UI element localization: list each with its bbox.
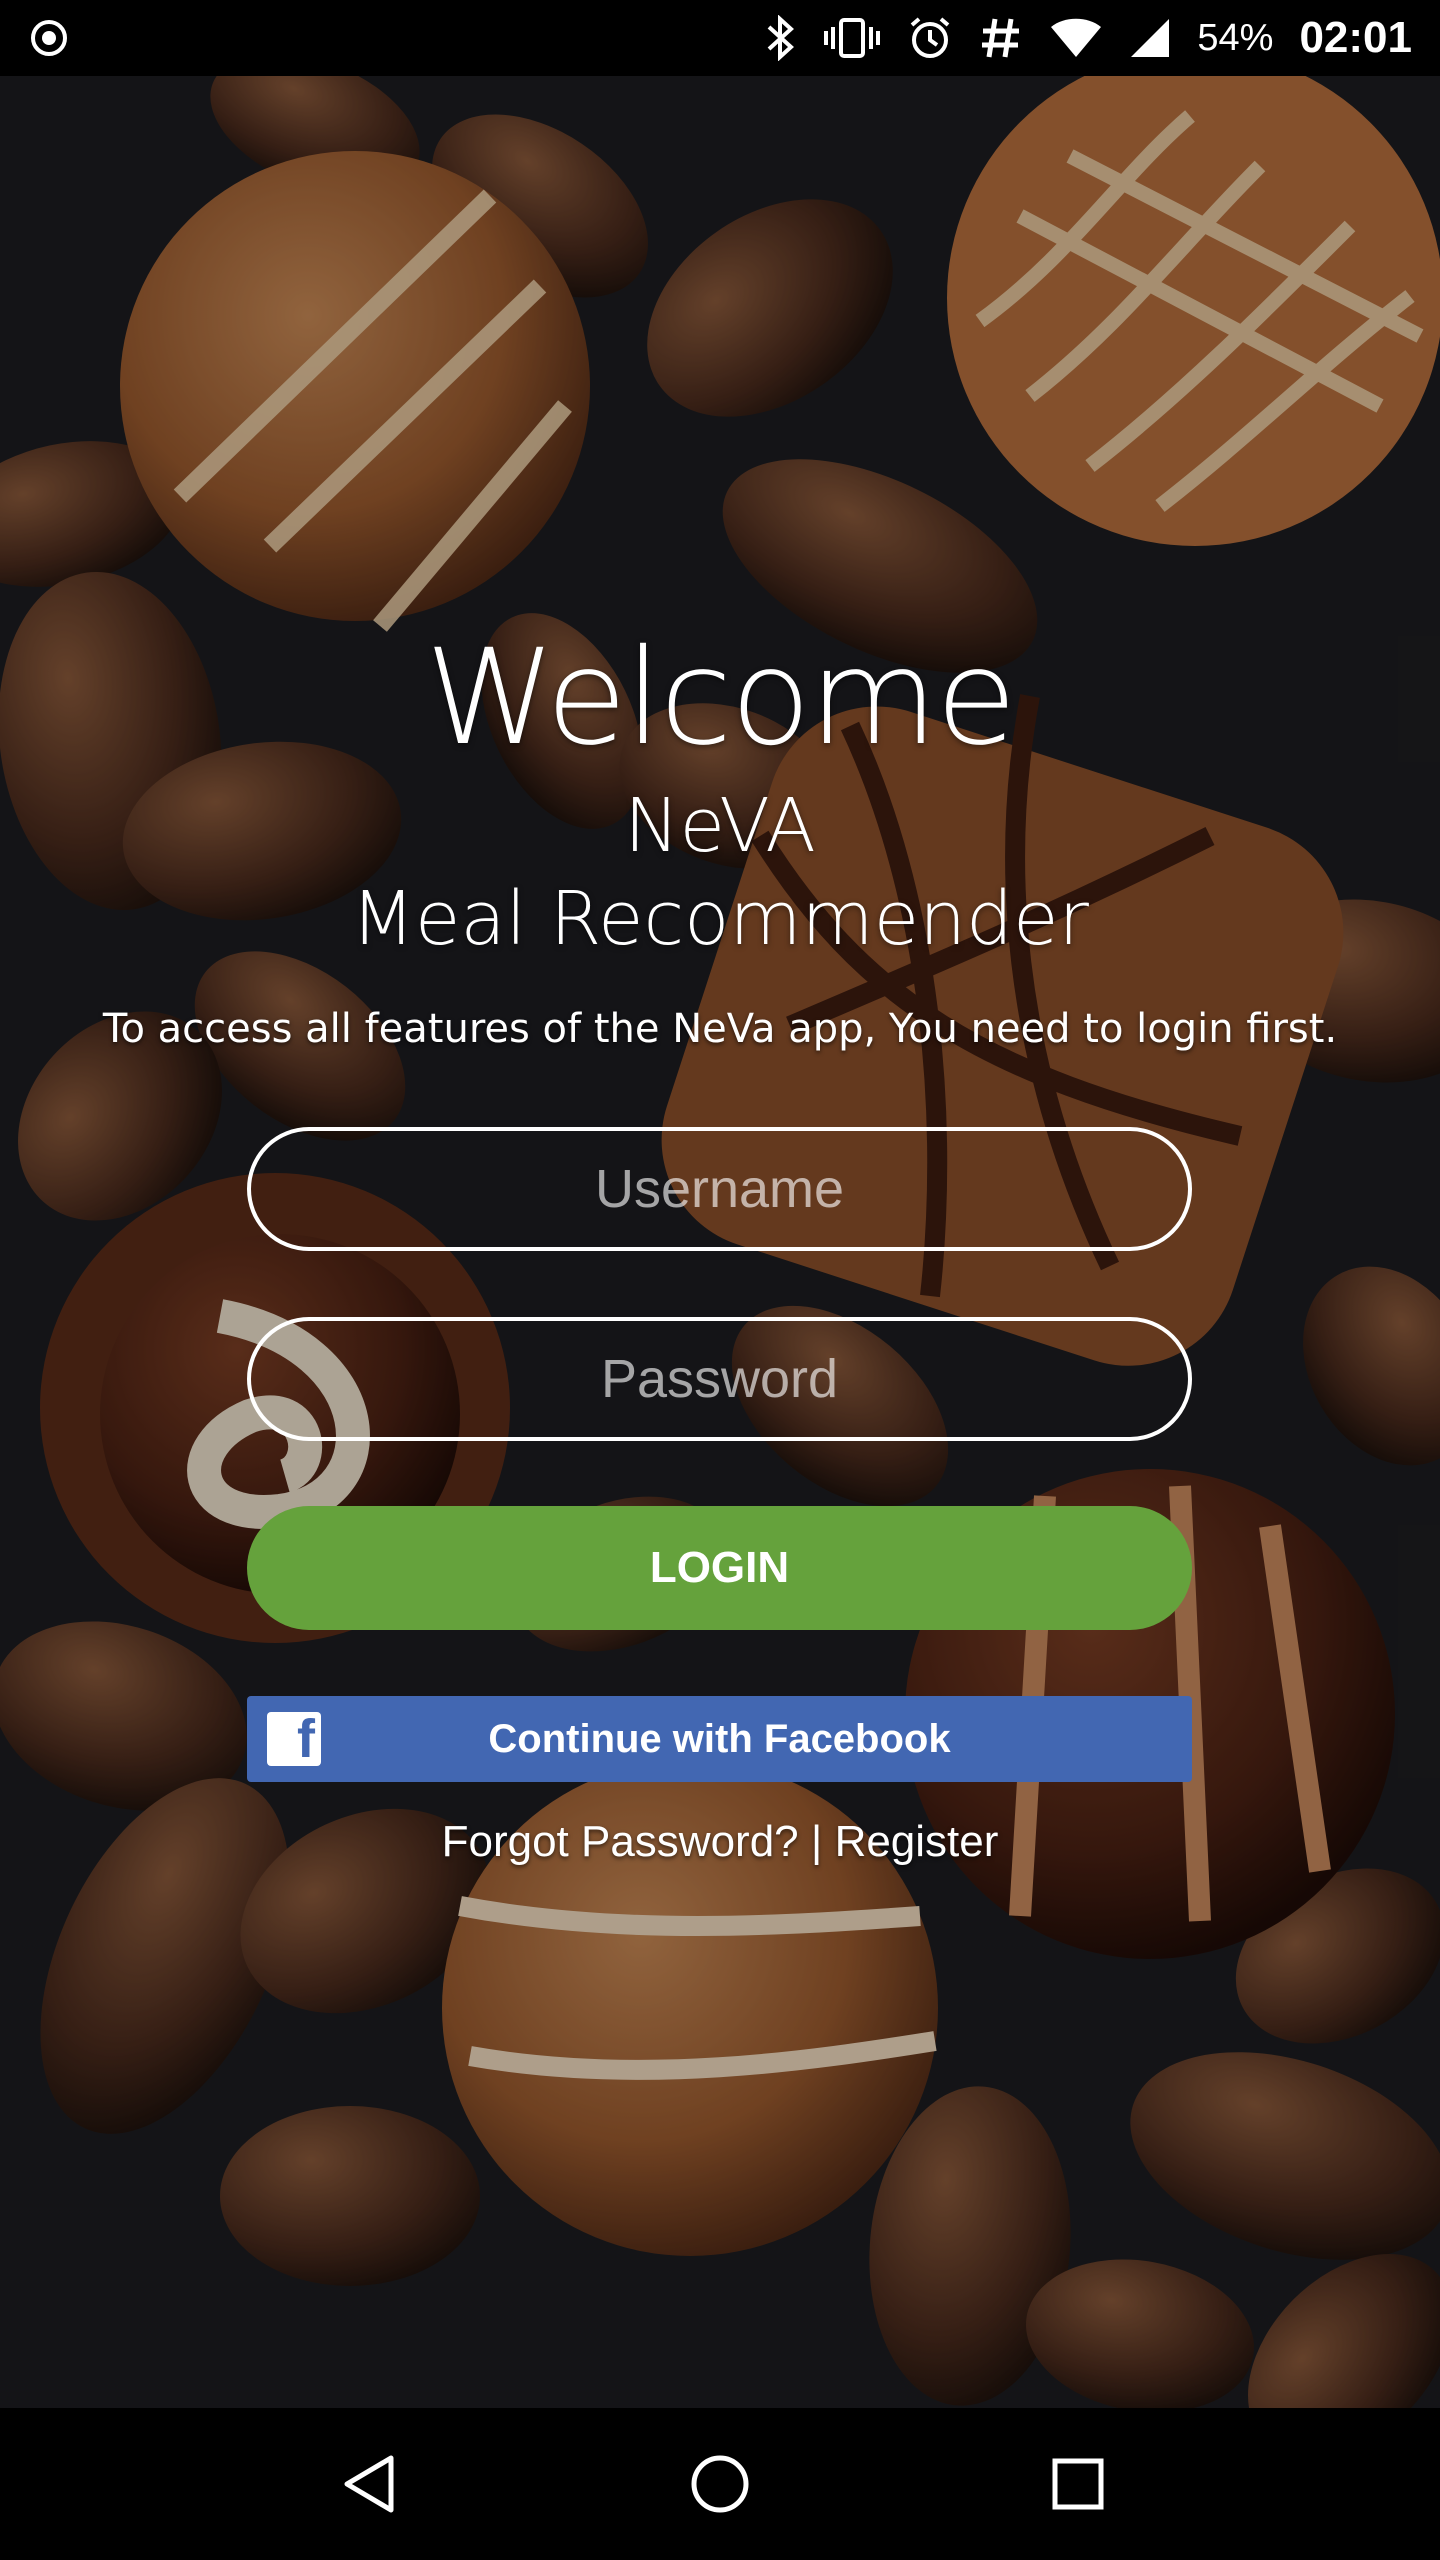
wifi-icon (1049, 17, 1103, 59)
app-subtitle: Meal Recommender (351, 876, 1089, 962)
alarm-icon (907, 15, 953, 61)
account-links: Forgot Password? | Register (0, 1817, 1440, 1867)
recents-icon (1052, 2458, 1104, 2510)
back-icon (344, 2455, 394, 2513)
status-bar: 54% 02:01 (0, 0, 1440, 76)
app-name: NeVA (624, 783, 816, 869)
login-instructions: To access all features of the NeVa app, … (102, 1006, 1338, 1052)
recents-button[interactable] (1040, 2446, 1116, 2522)
navigation-bar (0, 2408, 1440, 2560)
facebook-button-label: Continue with Facebook (488, 1716, 951, 1761)
clock: 02:01 (1299, 13, 1412, 62)
forgot-password-link[interactable]: Forgot Password? (442, 1817, 799, 1866)
login-screen: Welcome NeVA Meal Recommender To access … (0, 76, 1440, 2408)
battery-percentage: 54% (1197, 16, 1274, 59)
username-input[interactable] (247, 1127, 1192, 1251)
register-link[interactable]: Register (835, 1817, 999, 1866)
home-icon (691, 2455, 749, 2513)
hashtag-icon (979, 16, 1023, 60)
back-button[interactable] (331, 2446, 407, 2522)
vibrate-icon (823, 17, 881, 59)
facebook-icon: f (267, 1712, 321, 1766)
facebook-login-button[interactable]: f Continue with Facebook (247, 1696, 1192, 1782)
welcome-heading: Welcome (425, 621, 1017, 775)
record-circle-icon (28, 17, 70, 59)
signal-icon (1129, 17, 1171, 59)
bluetooth-icon (763, 15, 797, 61)
password-input[interactable] (247, 1317, 1192, 1441)
login-button[interactable]: LOGIN (247, 1506, 1192, 1630)
link-separator: | (810, 1817, 823, 1866)
home-button[interactable] (682, 2446, 758, 2522)
